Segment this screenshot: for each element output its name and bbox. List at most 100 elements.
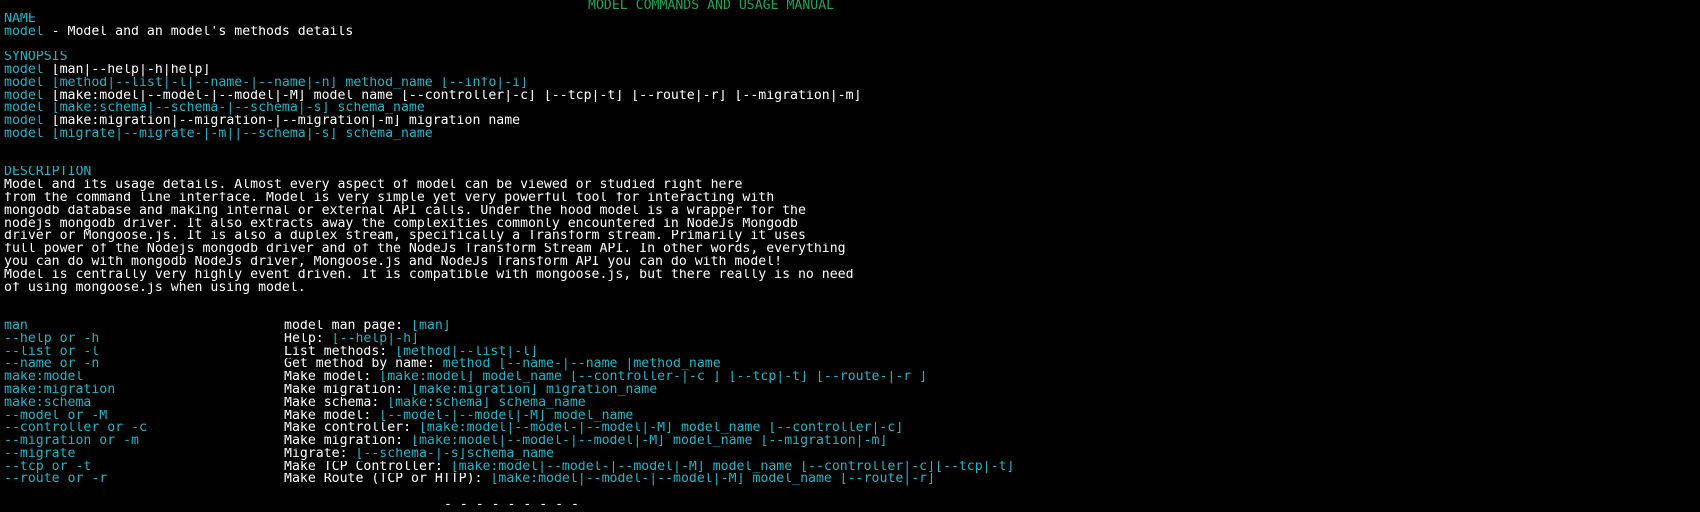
option-description: List methods: [method|--list|-l] — [284, 346, 538, 359]
option-label: Make migration: — [284, 435, 412, 448]
synopsis-line: model [method|--list|-l|--name-|--name|-… — [4, 77, 1696, 90]
option-row: --help or -h Help: [--help|-h] — [4, 333, 1696, 346]
description-line: mongodb database and making internal or … — [4, 204, 806, 218]
terminal-window[interactable]: MODEL COMMANDS AND USAGE MANUAL NAME mod… — [0, 0, 1700, 511]
option-usage: [make:schema] schema_name — [387, 396, 586, 410]
description-line: Model and its usage details. Almost ever… — [4, 179, 743, 192]
description-heading: DESCRIPTION — [4, 166, 92, 180]
option-usage: [make:model|--model-|--model|-M] model_n… — [411, 435, 888, 448]
option-row: --controller or -c Make controller: [make… — [4, 422, 1696, 435]
option-row: --route or -r Make Route (TCP or HTTP): [… — [4, 473, 1696, 486]
option-description: Make controller: [make:model|--model-|--… — [284, 422, 903, 435]
option-flag: --tcp or -t — [4, 460, 92, 474]
option-usage: method [--name-|--name |method_name — [442, 358, 721, 372]
manual-banner: MODEL COMMANDS AND USAGE MANUAL — [588, 0, 835, 13]
synopsis-text: [man|--help|-h|help] — [43, 63, 211, 77]
option-usage: [make:model|--model-|--model|-M] model_n… — [490, 473, 936, 487]
name-line: model - Model and an model's methods det… — [4, 26, 1696, 39]
option-label: Make schema: — [284, 396, 388, 410]
synopsis-text: [migrate|--migrate-|-m||--schema|-s] sch… — [43, 127, 433, 141]
synopsis-command: model — [4, 76, 44, 90]
option-description: Make migration: [make:model|--model-|--m… — [284, 435, 887, 448]
option-flag: make:model — [4, 371, 84, 384]
option-usage: [method|--list|-l] — [395, 345, 539, 359]
option-usage: [make:model|--model-|--model|-M] model_n… — [450, 460, 1015, 474]
option-flag: --controller or -c — [4, 422, 147, 436]
option-flag: --name or -n — [4, 358, 100, 372]
option-description: model man page: [man] — [284, 320, 451, 333]
synopsis-text: [make:migration|--migration-|--migration… — [43, 115, 521, 128]
option-row: man model man page: [man] — [4, 320, 1696, 333]
option-label: Get method by name: — [284, 358, 443, 372]
manual-footer: - - - - - - - - - — [444, 499, 579, 512]
name-text: - Model and an model's methods details — [43, 25, 354, 39]
option-description: Help: [--help|-h] — [284, 333, 419, 346]
name-heading: NAME — [4, 12, 36, 26]
synopsis-text: [make:schema|--schema-|--schema|-s] sche… — [43, 102, 425, 116]
option-label: model man page: — [284, 319, 412, 333]
description-line: of using mongoose.js when using model. — [4, 281, 306, 295]
option-description: Make model: [make:model] model_name [--c… — [284, 371, 927, 384]
description-line: driver or Mongoose.js. It is also a dupl… — [4, 230, 806, 244]
option-row: make:model Make model: [make:model] model… — [4, 371, 1696, 384]
option-row: make:schema Make schema: [make:schema] sc… — [4, 397, 1696, 410]
option-description: Make migration: [make:migration] migrati… — [284, 384, 657, 397]
description-line: full power of the Nodejs mongodb driver … — [4, 243, 846, 256]
option-label: Make Route (TCP or HTTP): — [284, 473, 491, 487]
option-row: --migration or -m Make migration: [make:m… — [4, 435, 1696, 448]
synopsis-line: model [man|--help|-h|help] — [4, 64, 1696, 77]
option-label: Make model: — [284, 371, 380, 384]
description-line: from the command line interface. Model i… — [4, 191, 775, 205]
option-row: make:migration Make migration: [make:migr… — [4, 384, 1696, 397]
description-line: nodejs mongodb driver. It also extracts … — [4, 217, 798, 231]
option-flag: man — [4, 319, 28, 333]
option-usage: [--model-|--model|-M] model_name — [379, 409, 634, 423]
synopsis-heading: SYNOPSIS — [4, 51, 68, 64]
description-line: you can do with mongodb NodeJs driver, M… — [4, 255, 783, 269]
option-description: Make Route (TCP or HTTP): [make:model|--… — [284, 473, 935, 486]
option-label: Make model: — [284, 409, 380, 423]
option-row: --name or -n Get method by name: method [… — [4, 358, 1696, 371]
option-usage: [make:migration] migration_name — [411, 383, 658, 397]
description-line: Model is centrally very highly event dri… — [4, 268, 854, 282]
option-flag: --help or -h — [4, 332, 100, 346]
option-usage: [man] — [411, 319, 451, 333]
option-flag: make:migration — [4, 383, 116, 397]
synopsis-command: model — [4, 89, 44, 103]
option-flag: --list or -l — [4, 345, 100, 359]
synopsis-command: model — [4, 115, 44, 128]
option-description: Get method by name: method [--name-|--na… — [284, 358, 721, 371]
synopsis-line: model [make:migration|--migration-|--mig… — [4, 115, 1696, 128]
synopsis-line: model [make:model|--model-|--model|-M] m… — [4, 90, 1696, 103]
option-flag: --migration or -m — [4, 435, 139, 448]
name-command: model — [4, 25, 44, 39]
option-label: Make TCP Controller: — [284, 460, 451, 474]
option-label: Make migration: — [284, 383, 412, 397]
option-flag: make:schema — [4, 396, 92, 410]
option-description: Make schema: [make:schema] schema_name — [284, 397, 586, 410]
option-usage: [--help|-h] — [331, 332, 419, 346]
option-usage: [make:model|--model-|--model|-M] model_n… — [418, 422, 904, 436]
synopsis-command: model — [4, 63, 44, 77]
synopsis-command: model — [4, 102, 44, 116]
option-flag: --route or -r — [4, 473, 108, 487]
option-label: List methods: — [284, 345, 396, 359]
option-usage: [make:model] model_name [--controller-|-… — [379, 371, 928, 384]
synopsis-text: [method|--list|-l|--name-|--name|-n] met… — [43, 76, 529, 90]
option-row: --model or -M Make model: [--model-|--mod… — [4, 410, 1696, 423]
option-label: Make controller: — [284, 422, 419, 436]
option-row: --tcp or -t Make TCP Controller: [make:mo… — [4, 461, 1696, 474]
synopsis-text: [make:model|--model-|--model|-M] model n… — [43, 89, 862, 103]
synopsis-line: model [migrate|--migrate-|-m||--schema|-… — [4, 128, 1696, 141]
synopsis-command: model — [4, 127, 44, 141]
option-description: Make TCP Controller: [make:model|--model… — [284, 461, 1014, 474]
synopsis-line: model [make:schema|--schema-|--schema|-s… — [4, 102, 1696, 115]
option-description: Make model: [--model-|--model|-M] model_… — [284, 410, 633, 423]
option-flag: --model or -M — [4, 409, 108, 423]
